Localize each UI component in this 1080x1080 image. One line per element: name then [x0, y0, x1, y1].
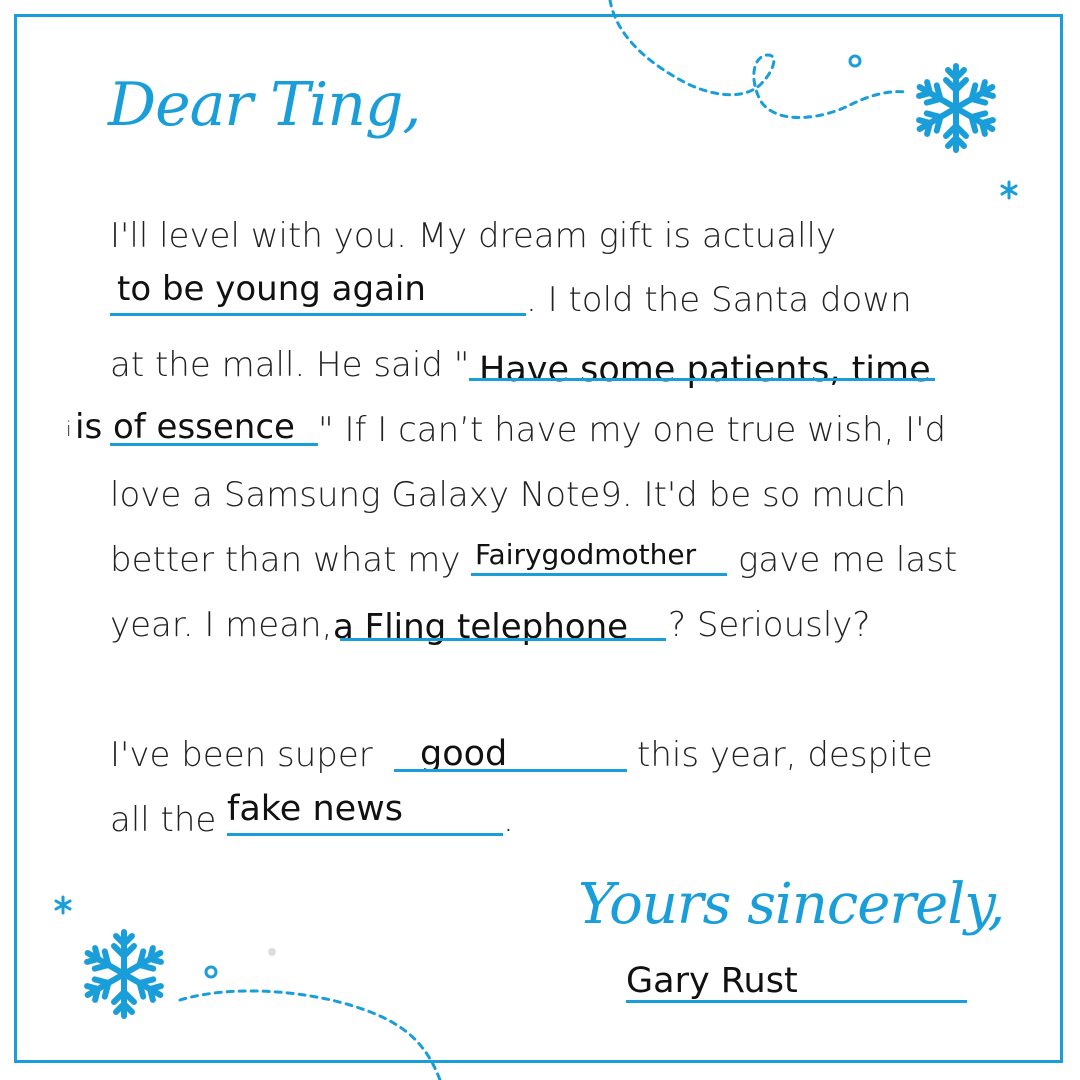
asterisk-snowflake-icon [1000, 180, 1018, 200]
blank-underline [471, 573, 727, 576]
ring-icon [204, 965, 218, 979]
body-line-7-tail: ? Seriously? [668, 605, 871, 645]
blank-underline [469, 378, 935, 381]
body-line-6-head: better than what my [110, 540, 461, 580]
blank-underline [227, 833, 503, 836]
body-line-3-head: at the mall. He said " [110, 345, 470, 385]
body-line-1: I'll level with you. My dream gift is ac… [110, 216, 837, 256]
body-line-8-tail: this year, despite [637, 735, 933, 775]
body-line-7-head: year. I mean, [110, 605, 333, 645]
signature-name: Gary Rust [626, 961, 798, 1001]
signature-underline [626, 1000, 967, 1003]
blank-underline [110, 443, 318, 446]
dotted-swirl-line-bottom [178, 989, 442, 1080]
body-line-8-head: I've been super [110, 735, 373, 775]
fill-last-year-giver: Fairygodmother [475, 538, 697, 571]
fill-santa-quote-1: Have some patients, time [479, 350, 931, 390]
body-line-6-tail: gave me last [738, 540, 958, 580]
fill-despite: fake news [227, 789, 404, 829]
dot [268, 948, 276, 956]
body-line-4-head: i [66, 417, 72, 441]
asterisk-snowflake-icon [54, 895, 72, 915]
body-line-9-tail: . [503, 800, 514, 840]
snowflake-icon [915, 63, 998, 150]
greeting: Dear Ting, [108, 70, 421, 140]
body-line-9-head: all the [110, 800, 217, 840]
body-line-2-tail: . I told the Santa down [526, 280, 912, 320]
ring-icon [848, 54, 862, 68]
fill-santa-quote-2: is of essence [75, 407, 295, 447]
fill-behavior: good [420, 734, 508, 774]
body-line-5: love a Samsung Galaxy Note9. It'd be so … [110, 475, 907, 515]
closing: Yours sincerely, [578, 872, 1005, 937]
blank-underline [394, 769, 627, 772]
body-line-4-tail: " If I can’t have my one true wish, I'd [318, 410, 947, 450]
blank-underline [110, 313, 526, 316]
fill-dream-gift: to be young again [117, 269, 426, 309]
snowflake-icon [83, 932, 166, 1016]
blank-underline [340, 638, 666, 641]
